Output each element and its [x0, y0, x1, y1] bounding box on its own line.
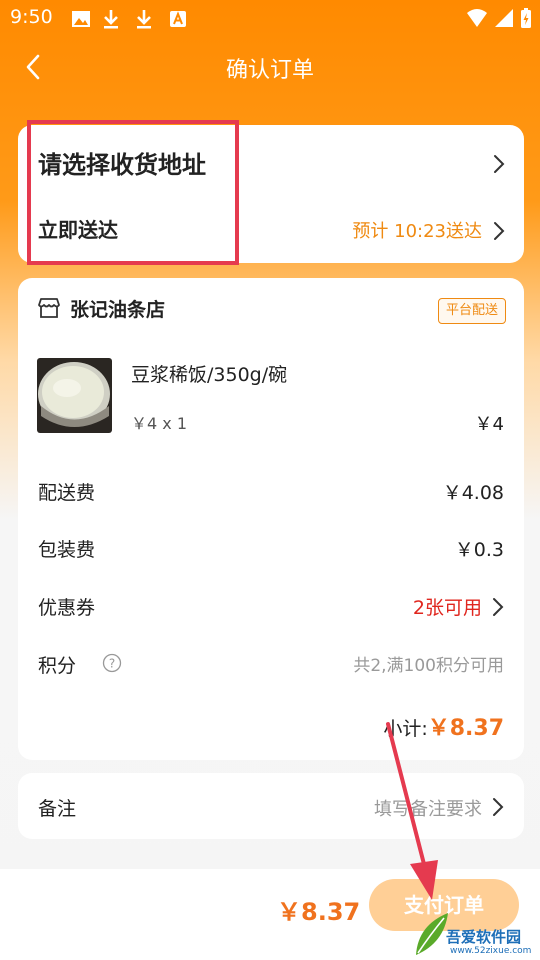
download-notification-icon [104, 10, 118, 29]
coupon-label: 优惠券 [38, 597, 96, 619]
points-value: 共2,满100积分可用 [353, 656, 504, 676]
packaging-fee-value: ￥0.3 [454, 539, 504, 561]
subtotal-amount: ￥8.37 [427, 716, 504, 741]
packaging-fee-label: 包装费 [38, 539, 96, 561]
shop-icon [38, 298, 60, 318]
shop-name: 张记油条店 [70, 299, 166, 321]
delivery-fee-row: 配送费 ￥4.08 [38, 478, 504, 508]
wifi-icon [467, 9, 487, 27]
title-bar: 确认订单 [0, 38, 540, 98]
image-notification-icon [72, 11, 90, 27]
note-input[interactable]: 填写备注要求 [374, 795, 482, 821]
cellular-signal-icon [495, 9, 513, 27]
note-label: 备注 [38, 798, 77, 820]
delivery-time-label: 立即送达 [38, 218, 118, 242]
points-row: 积分 ? 共2,满100积分可用 [38, 651, 504, 681]
coupon-available[interactable]: 2张可用 [413, 593, 482, 620]
packaging-fee-row: 包装费 ￥0.3 [38, 535, 504, 565]
item-thumbnail-image [37, 358, 112, 433]
item-total-price: ￥4 [474, 414, 504, 435]
points-label: 积分 [38, 655, 77, 677]
subtotal: 小计:￥8.37 [383, 710, 504, 742]
status-bar: 9:50 [0, 0, 540, 38]
delivery-fee-value: ￥4.08 [442, 482, 504, 504]
select-address-link[interactable]: 请选择收货地址 [38, 145, 206, 180]
app-a-notification-icon [170, 11, 186, 27]
delivery-fee-label: 配送费 [38, 482, 96, 504]
download-notification-icon-2 [137, 10, 151, 29]
status-time: 9:50 [10, 6, 53, 28]
chevron-right-icon[interactable] [492, 597, 504, 617]
chevron-right-icon[interactable] [492, 797, 504, 817]
svg-text:?: ? [109, 657, 115, 671]
coupon-row[interactable]: 优惠券 2张可用 [38, 593, 504, 623]
order-total: ￥8.37 [277, 898, 361, 926]
platform-delivery-badge: 平台配送 [437, 298, 506, 324]
note-card[interactable]: 备注 填写备注要求 [18, 773, 524, 839]
help-question-icon[interactable]: ? [102, 653, 122, 673]
chevron-right-icon[interactable] [492, 220, 506, 242]
subtotal-label: 小计: [383, 718, 428, 740]
delivery-estimate[interactable]: 预计 10:23送达 [352, 217, 482, 243]
order-card: 张记油条店 平台配送 豆浆稀饭/350g/碗 ￥4 x 1 ￥4 配送费 ￥4.… [18, 278, 524, 760]
chevron-right-icon[interactable] [492, 153, 506, 175]
battery-charging-icon [521, 8, 531, 28]
watermark-logo: 吾爱软件园 www.52zixue.com [412, 895, 540, 960]
item-name: 豆浆稀饭/350g/碗 [131, 364, 288, 386]
address-card: 请选择收货地址 立即送达 预计 10:23送达 [18, 125, 524, 263]
watermark-url: www.52zixue.com [450, 946, 532, 956]
item-price-quantity: ￥4 x 1 [131, 414, 188, 433]
watermark-brand: 吾爱软件园 [446, 928, 522, 946]
page-title: 确认订单 [225, 58, 314, 83]
